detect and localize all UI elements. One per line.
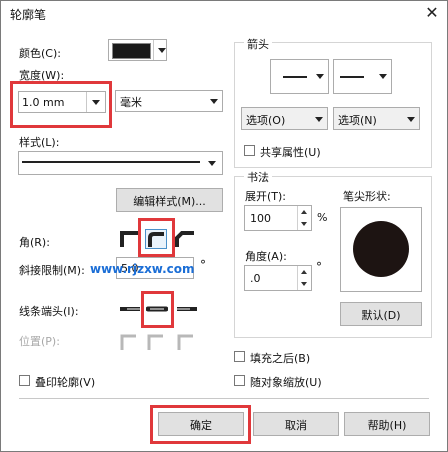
fill-behind-checkbox[interactable] — [234, 351, 245, 362]
corner-bevel-icon[interactable] — [174, 230, 196, 248]
edit-style-button[interactable]: 编辑样式(M)... — [116, 188, 223, 212]
dialog-title: 轮廓笔 — [10, 8, 47, 22]
stretch-label: 展开(T): — [245, 190, 287, 203]
color-picker[interactable] — [108, 39, 167, 61]
default-button[interactable]: 默认(D) — [340, 302, 422, 326]
scale-with-image-checkbox[interactable] — [234, 375, 245, 386]
angle-label: 角度(A): — [245, 250, 287, 263]
highlight-width — [10, 81, 112, 128]
position-inside-icon — [177, 334, 193, 350]
arrow-options-left-label: 选项(O) — [246, 114, 286, 127]
end-arrow-preview — [340, 76, 364, 78]
position-center-icon — [147, 334, 163, 350]
style-label: 样式(L): — [19, 136, 60, 149]
help-button[interactable]: 帮助(H) — [344, 412, 430, 436]
stretch-spinner[interactable] — [297, 206, 311, 230]
chevron-down-icon — [158, 48, 166, 53]
edit-style-label: 编辑样式(M)... — [133, 195, 206, 208]
cap-extended-icon[interactable] — [176, 303, 198, 315]
position-outside-icon — [120, 334, 136, 350]
fill-behind-label: 填充之后(B) — [250, 352, 311, 365]
line-style-dropdown[interactable] — [18, 151, 223, 175]
position-label: 位置(P): — [19, 335, 60, 348]
chevron-down-icon — [407, 117, 415, 122]
miter-degree: ° — [200, 258, 206, 272]
line-style-preview — [22, 161, 200, 163]
miter-limit-label: 斜接限制(M): — [19, 264, 85, 277]
overprint-checkbox[interactable] — [19, 375, 30, 386]
unit-value: 毫米 — [120, 96, 142, 109]
line-cap-label: 线条端头(I): — [19, 305, 79, 318]
stretch-value: 100 — [250, 212, 271, 225]
highlight-ok — [150, 405, 251, 444]
cancel-button-label: 取消 — [285, 419, 307, 432]
close-icon[interactable]: ✕ — [419, 2, 445, 24]
start-arrow-preview — [283, 76, 307, 78]
scale-with-image-label: 随对象缩放(U) — [250, 376, 322, 389]
help-button-label: 帮助(H) — [367, 419, 407, 432]
nib-shape-label: 笔尖形状: — [343, 190, 391, 203]
chevron-down-icon — [210, 99, 218, 104]
share-attributes-label: 共享属性(U) — [260, 146, 321, 159]
angle-degree: ° — [316, 260, 322, 274]
default-button-label: 默认(D) — [361, 309, 401, 322]
arrows-group-label: 箭头 — [244, 36, 272, 52]
calligraphy-group-label: 书法 — [244, 169, 272, 185]
cap-square-icon[interactable] — [119, 303, 141, 315]
chevron-down-icon — [379, 74, 387, 79]
nib-circle — [353, 221, 409, 277]
share-attributes-checkbox[interactable] — [244, 145, 255, 156]
stretch-field[interactable]: 100 — [244, 205, 312, 231]
highlight-corner — [138, 218, 175, 257]
overprint-label: 叠印轮廓(V) — [35, 376, 96, 389]
nib-shape-preview[interactable] — [340, 207, 422, 292]
unit-dropdown[interactable]: 毫米 — [115, 90, 223, 112]
percent-sign: % — [317, 211, 328, 224]
arrow-options-right-dropdown[interactable]: 选项(N) — [333, 107, 420, 130]
watermark: www.rjzxw.com — [90, 262, 195, 276]
chevron-down-icon — [208, 161, 216, 166]
start-arrow-dropdown[interactable] — [270, 59, 329, 94]
end-arrow-dropdown[interactable] — [333, 59, 392, 94]
chevron-down-icon — [316, 74, 324, 79]
angle-field[interactable]: .0 — [244, 265, 312, 291]
arrow-options-right-label: 选项(N) — [338, 114, 377, 127]
corner-label: 角(R): — [19, 236, 50, 249]
color-label: 颜色(C): — [19, 47, 61, 60]
color-swatch — [112, 43, 151, 59]
highlight-line-cap — [141, 291, 174, 328]
title-bar: 轮廓笔 ✕ — [1, 1, 447, 27]
footer-divider — [19, 398, 429, 399]
arrow-options-left-dropdown[interactable]: 选项(O) — [241, 107, 328, 130]
cancel-button[interactable]: 取消 — [253, 412, 339, 436]
angle-spinner[interactable] — [297, 266, 311, 290]
chevron-down-icon — [315, 117, 323, 122]
angle-value: .0 — [250, 272, 261, 285]
